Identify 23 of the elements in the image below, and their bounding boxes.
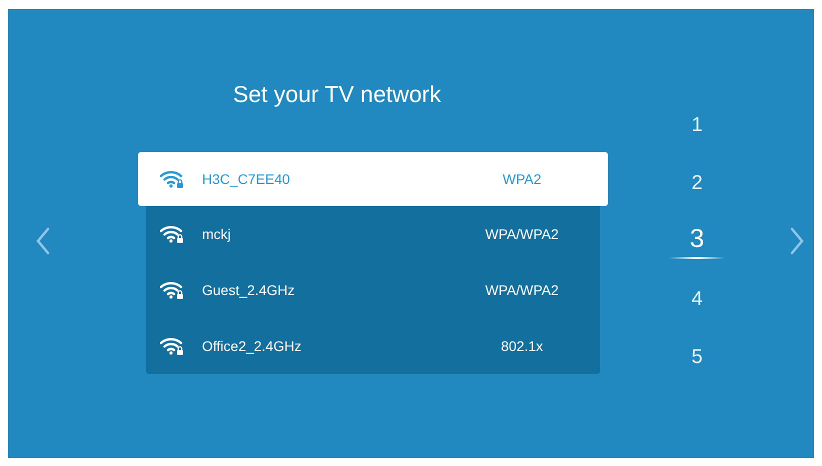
network-name: H3C_C7EE40 (202, 170, 291, 189)
security-type: 802.1x (500, 336, 544, 356)
security-type: WPA/WPA2 (484, 280, 560, 300)
network-name: Guest_2.4GHz (202, 280, 296, 300)
network-row[interactable]: H3C_C7EE40 WPA2 (138, 152, 608, 206)
network-row[interactable]: mckj WPA/WPA2 (146, 206, 600, 262)
network-name: mckj (202, 224, 232, 244)
wifi-lock-icon (160, 224, 184, 244)
step-number[interactable]: 5 (691, 345, 703, 369)
network-name: Office2_2.4GHz (202, 336, 302, 356)
step-number[interactable]: 1 (691, 113, 703, 137)
step-number[interactable]: 2 (691, 171, 703, 195)
network-row[interactable]: Guest_2.4GHz WPA/WPA2 (146, 262, 600, 318)
wifi-lock-icon (160, 336, 184, 356)
step-number[interactable]: 4 (691, 287, 703, 311)
page-title: Set your TV network (232, 80, 442, 108)
step-number[interactable]: 3 (690, 223, 704, 253)
security-type: WPA2 (502, 170, 542, 188)
network-row[interactable]: Office2_2.4GHz 802.1x (146, 318, 600, 374)
security-type: WPA/WPA2 (484, 224, 560, 244)
wifi-lock-icon (160, 280, 184, 300)
step-underline (669, 257, 725, 259)
wifi-lock-icon (160, 169, 184, 189)
